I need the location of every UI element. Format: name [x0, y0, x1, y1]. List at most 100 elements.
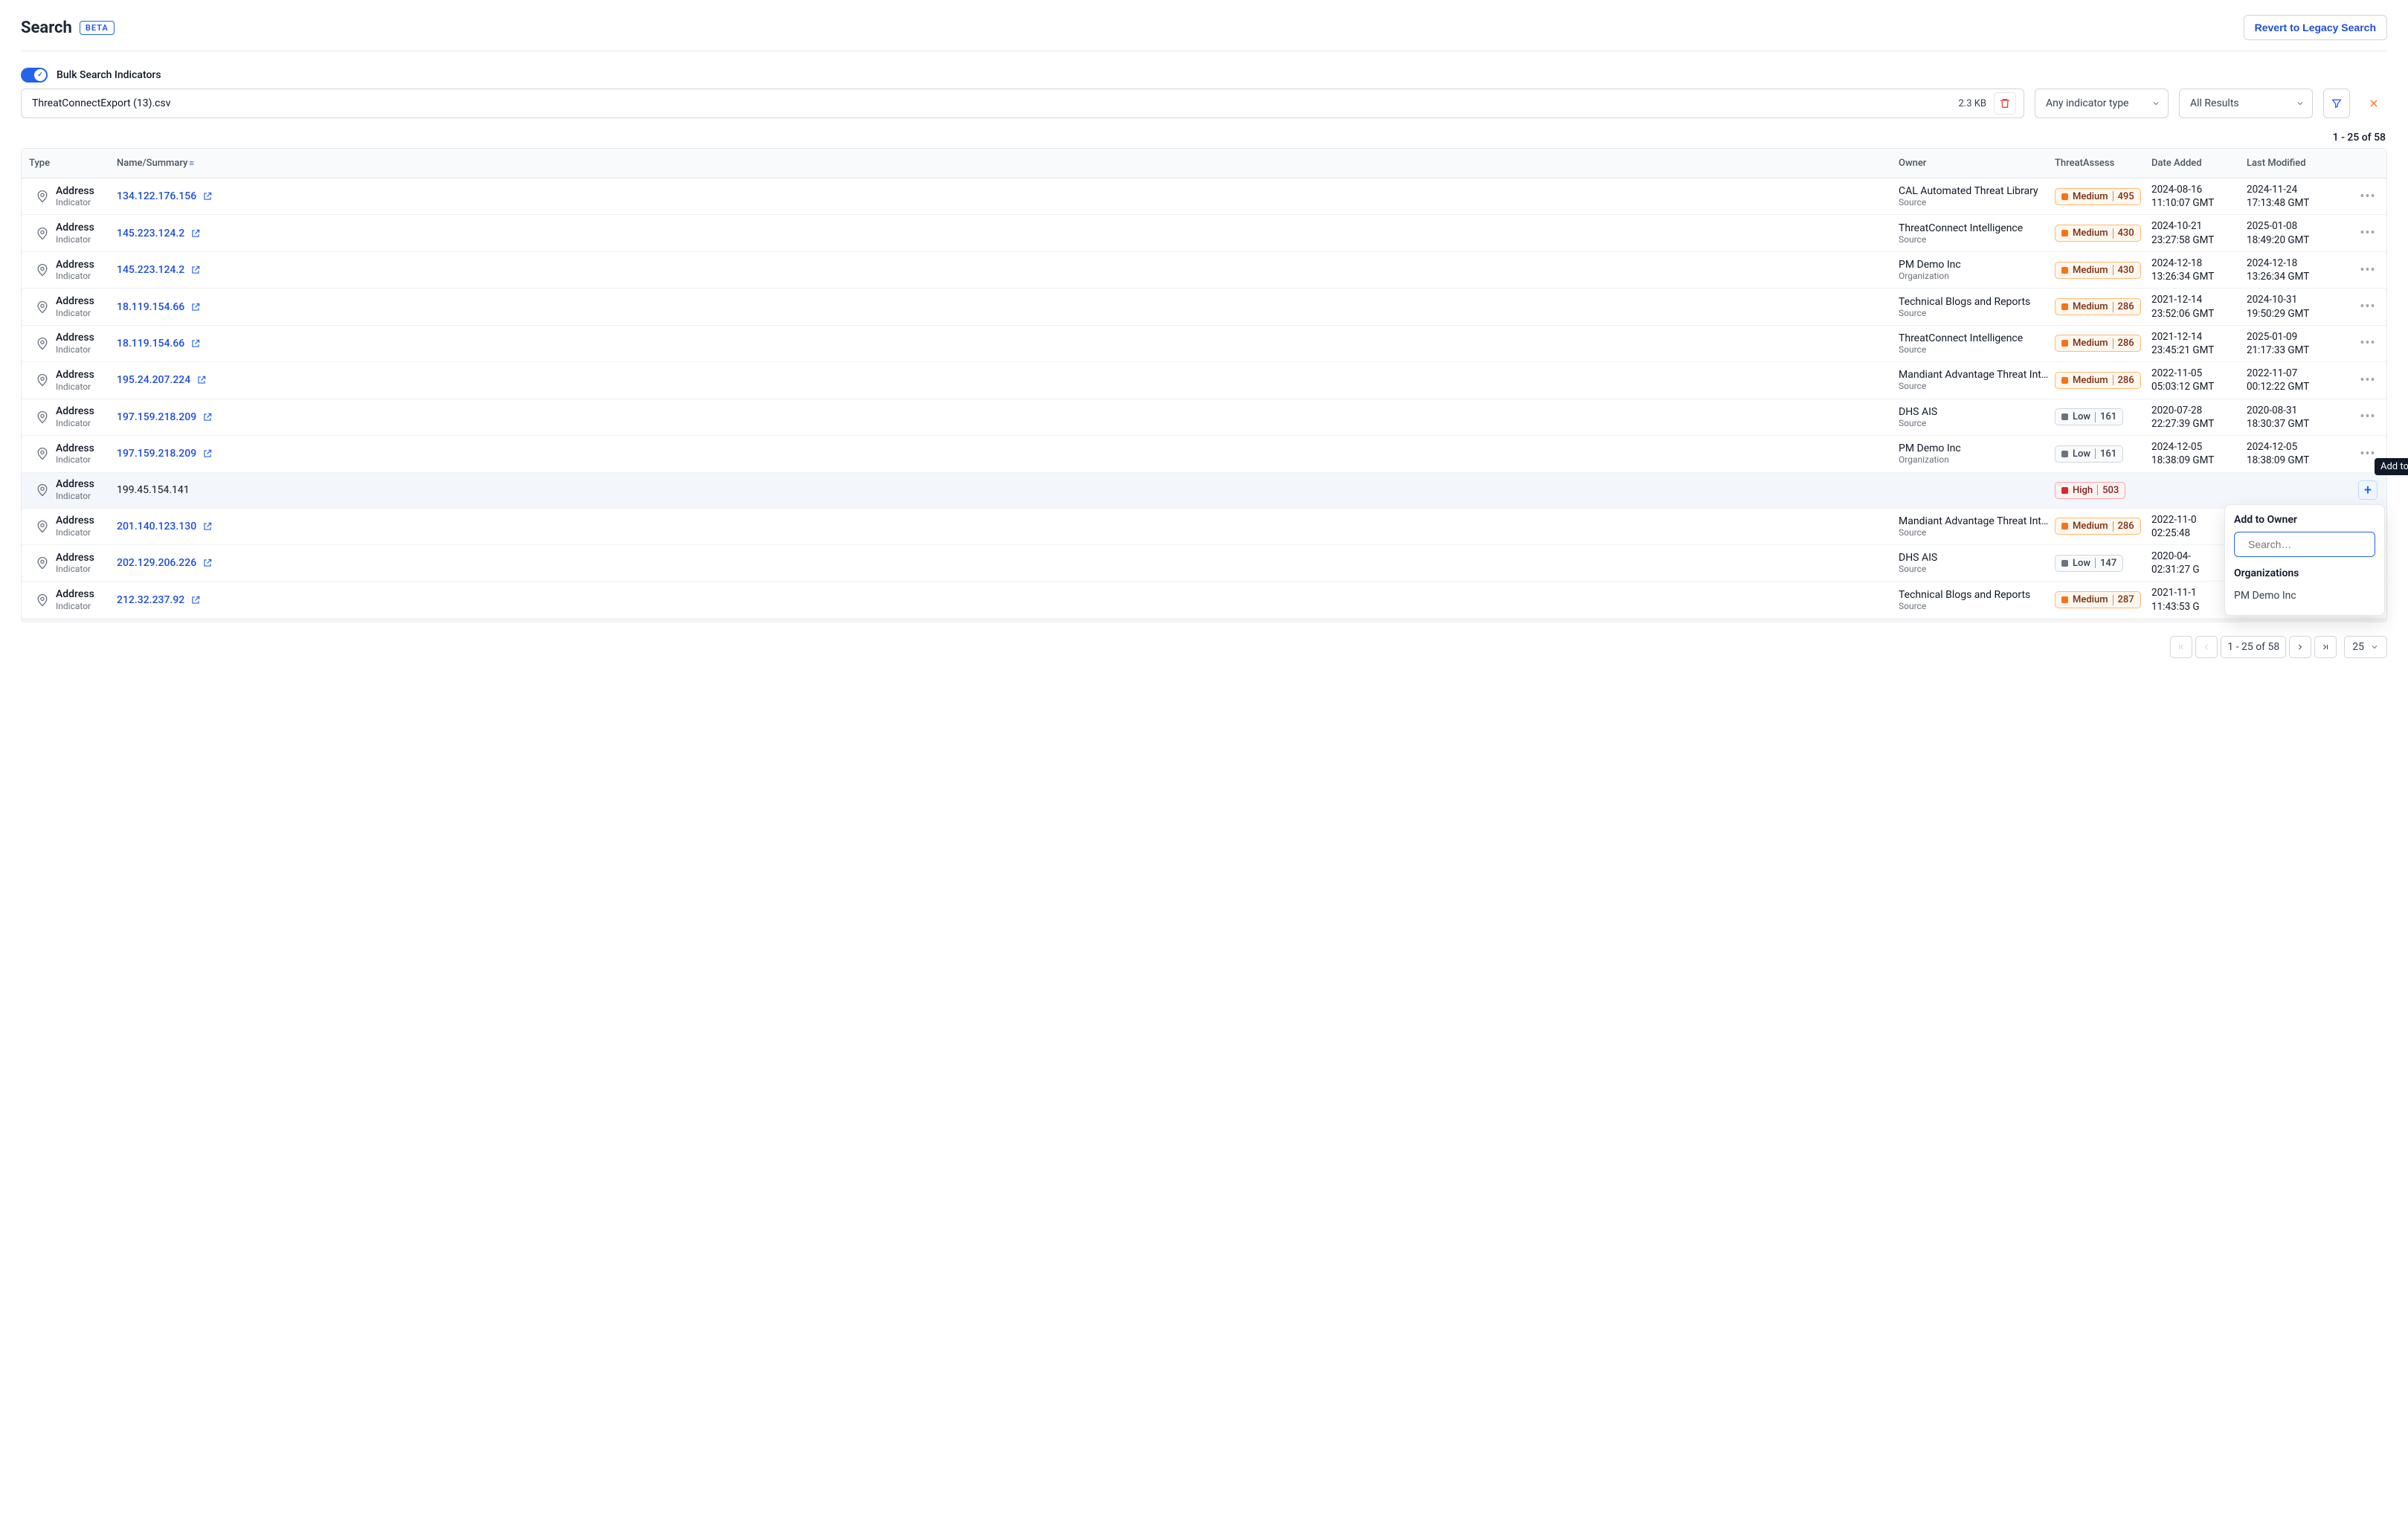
row-type: Address: [56, 185, 94, 198]
col-header-type[interactable]: Type: [22, 158, 117, 169]
table-row: Address Indicator 212.32.237.92 Technica…: [22, 582, 2386, 618]
location-pin-icon: [35, 263, 50, 277]
results-table: Type Name/Summary≡ Owner ThreatAssess Da…: [21, 148, 2387, 619]
indicator-link[interactable]: 202.129.206.226: [117, 557, 196, 569]
popover-org-item[interactable]: PM Demo Inc: [2234, 587, 2375, 605]
row-owner-type: Source: [1899, 234, 2055, 245]
row-actions-menu[interactable]: •••: [2360, 446, 2375, 462]
threat-level: Low: [2073, 411, 2090, 422]
threat-score: 286: [2118, 338, 2134, 349]
threat-level: Low: [2073, 448, 2090, 460]
row-actions-menu[interactable]: •••: [2360, 263, 2375, 278]
add-to-owner-button[interactable]: +: [2358, 480, 2378, 500]
row-type: Address: [56, 222, 94, 234]
external-link-icon: [190, 228, 201, 239]
table-row: Address Indicator 134.122.176.156 CAL Au…: [22, 178, 2386, 215]
row-actions-menu[interactable]: •••: [2360, 225, 2375, 241]
page-last-button[interactable]: [2314, 636, 2337, 658]
indicator-link[interactable]: 197.159.218.209: [117, 448, 196, 460]
filter-button[interactable]: [2323, 88, 2350, 118]
location-pin-icon: [35, 483, 50, 498]
threat-level: Medium: [2073, 375, 2108, 386]
indicator-link[interactable]: 145.223.124.2: [117, 264, 184, 276]
scrollbar-track[interactable]: [21, 618, 2387, 622]
popover-search[interactable]: [2234, 532, 2375, 557]
per-page-dropdown[interactable]: 25: [2344, 636, 2387, 658]
threat-level: Low: [2073, 558, 2090, 569]
chevron-first-icon: [2177, 643, 2186, 651]
row-actions-menu[interactable]: •••: [2360, 189, 2375, 205]
col-header-threat[interactable]: ThreatAssess: [2055, 158, 2151, 169]
location-pin-icon: [35, 373, 50, 387]
external-link-icon: [190, 595, 201, 605]
indicator-link[interactable]: 145.223.124.2: [117, 228, 184, 239]
threat-level: Medium: [2073, 521, 2108, 532]
chevron-down-icon: [2296, 99, 2305, 108]
row-actions-menu[interactable]: •••: [2360, 299, 2375, 315]
pagination-footer: 1 - 25 of 58 25: [21, 636, 2387, 658]
indicator-link[interactable]: 195.24.207.224: [117, 374, 190, 386]
delete-file-button[interactable]: [1994, 92, 2016, 115]
row-subtype: Indicator: [56, 418, 94, 428]
indicator-link[interactable]: 201.140.123.130: [117, 521, 196, 532]
threat-level: Medium: [2073, 228, 2108, 239]
indicator-link[interactable]: 197.159.218.209: [117, 411, 196, 423]
indicator-type-dropdown[interactable]: Any indicator type: [2035, 88, 2169, 118]
external-link-icon: [190, 265, 201, 275]
col-header-name[interactable]: Name/Summary≡: [117, 158, 1899, 169]
results-filter-dropdown[interactable]: All Results: [2179, 88, 2313, 118]
bulk-search-toggle[interactable]: ✓: [21, 68, 48, 83]
indicator-link[interactable]: 212.32.237.92: [117, 594, 184, 606]
threat-level: Medium: [2073, 338, 2108, 349]
threat-score: 430: [2118, 265, 2134, 276]
row-subtype: Indicator: [56, 527, 94, 538]
revert-legacy-button[interactable]: Revert to Legacy Search: [2244, 15, 2387, 40]
col-header-owner[interactable]: Owner: [1899, 158, 2055, 169]
table-row: Address Indicator 145.223.124.2 PM Demo …: [22, 252, 2386, 289]
row-actions-menu[interactable]: •••: [2360, 409, 2375, 425]
row-type: Address: [56, 478, 94, 491]
threat-score: 503: [2102, 485, 2119, 496]
uploaded-file-size: 2.3 KB: [1958, 98, 1986, 109]
page-prev-button[interactable]: [2195, 636, 2218, 658]
page-first-button[interactable]: [2170, 636, 2192, 658]
row-owner-type: Source: [1899, 418, 2055, 428]
chevron-left-icon: [2202, 643, 2211, 651]
row-owner-type: Organization: [1899, 271, 2055, 281]
popover-section-header: Organizations: [2234, 567, 2375, 579]
indicator-link[interactable]: 18.119.154.66: [117, 301, 184, 313]
row-subtype: Indicator: [56, 382, 94, 392]
location-pin-icon: [35, 593, 50, 608]
col-header-modified[interactable]: Last Modified: [2247, 158, 2349, 169]
time-modified: 18:49:20 GMT: [2247, 234, 2349, 247]
threat-badge: High 503: [2055, 482, 2125, 499]
popover-search-input[interactable]: [2248, 538, 2383, 550]
row-owner: PM Demo Inc: [1899, 442, 2055, 454]
table-row: Address Indicator 202.129.206.226 DHS AI…: [22, 545, 2386, 582]
date-modified: 2025-01-08: [2247, 219, 2349, 233]
row-owner-type: Source: [1899, 381, 2055, 391]
date-modified: 2020-08-31: [2247, 404, 2349, 417]
table-row: Address Indicator 18.119.154.66 ThreatCo…: [22, 326, 2386, 362]
threat-level: Medium: [2073, 265, 2108, 276]
threat-badge: Medium 287: [2055, 591, 2141, 608]
date-modified: 2024-12-05: [2247, 440, 2349, 454]
row-owner: Technical Blogs and Reports: [1899, 589, 2055, 601]
external-link-icon: [202, 558, 213, 568]
threat-badge: Medium 495: [2055, 188, 2141, 205]
results-count: 1 - 25 of 58: [21, 132, 2386, 144]
indicator-link[interactable]: 134.122.176.156: [117, 190, 196, 202]
threat-score: 430: [2118, 228, 2134, 239]
page-next-button[interactable]: [2289, 636, 2311, 658]
row-actions-menu[interactable]: •••: [2360, 373, 2375, 388]
indicator-link[interactable]: 18.119.154.66: [117, 338, 184, 350]
time-modified: 18:30:37 GMT: [2247, 417, 2349, 431]
clear-button[interactable]: [2360, 88, 2387, 118]
threat-badge: Medium 286: [2055, 298, 2141, 315]
threat-badge: Medium 430: [2055, 225, 2141, 242]
row-actions-menu[interactable]: •••: [2360, 335, 2375, 351]
col-header-added[interactable]: Date Added: [2151, 158, 2247, 169]
threat-badge: Medium 286: [2055, 518, 2141, 535]
row-type: Address: [56, 369, 94, 382]
threat-score: 287: [2118, 594, 2134, 605]
